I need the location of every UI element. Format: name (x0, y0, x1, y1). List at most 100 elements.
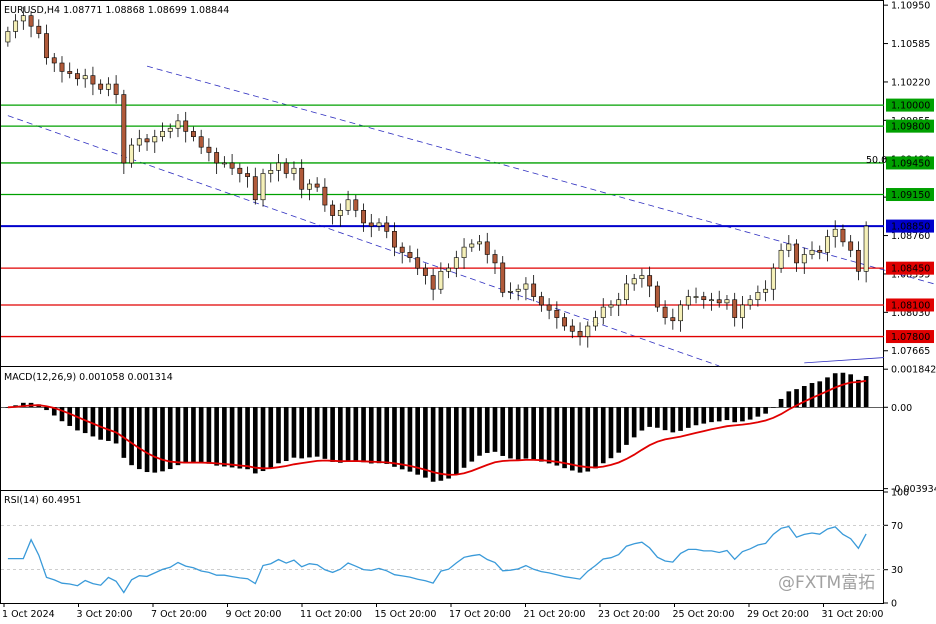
macd-histogram-bar (662, 407, 668, 431)
candle-bear (531, 283, 537, 297)
macd-histogram-bar (368, 407, 374, 464)
level-tag-label: 1.09800 (891, 122, 930, 133)
candle-bear (840, 228, 846, 243)
macd-histogram-bar (175, 407, 181, 466)
macd-histogram-bar (144, 407, 150, 473)
level-tag-label: 1.09450 (891, 158, 930, 169)
candle-bull (770, 267, 776, 290)
rsi-axis-label: 70 (891, 521, 903, 532)
candle-bear (554, 309, 560, 318)
candle-bull (5, 31, 11, 43)
price-axis-label: 1.07665 (891, 346, 930, 357)
level-tag-label: 1.10000 (891, 101, 930, 112)
candle-bull (709, 299, 714, 302)
macd-histogram-bar (631, 407, 637, 438)
candle-bull (863, 225, 869, 272)
candle-bear (817, 249, 823, 253)
candle-bull (337, 210, 343, 216)
macd-histogram-bar (361, 407, 366, 463)
candle-bear (75, 73, 80, 80)
candle-bull (585, 325, 591, 337)
time-axis-label: 15 Oct 20:00 (375, 609, 437, 620)
macd-histogram-bar (98, 407, 103, 440)
macd-histogram-bar (461, 407, 467, 468)
time-axis-label: 23 Oct 20:00 (598, 609, 660, 620)
candle-bear (654, 285, 660, 308)
time-axis-label: 31 Oct 20:00 (822, 609, 884, 620)
macd-histogram-bar (129, 407, 134, 466)
candle-bear (794, 243, 799, 264)
time-axis-label: 25 Oct 20:00 (673, 609, 735, 620)
macd-histogram-bar (160, 407, 165, 472)
macd-histogram-bar (407, 407, 413, 472)
macd-histogram-bar (75, 407, 80, 431)
macd-histogram-bar (778, 398, 784, 408)
price-axis-label: 1.10585 (891, 39, 930, 50)
macd-histogram-bar (647, 407, 652, 427)
macd-histogram-bar (222, 407, 227, 467)
macd-histogram-bar (415, 407, 420, 475)
macd-histogram-bar (616, 407, 622, 453)
candle-bear (569, 325, 575, 332)
candle-bull (778, 249, 784, 269)
macd-histogram-bar (848, 374, 853, 408)
candle-bear (90, 75, 96, 85)
macd-histogram-bar (237, 407, 243, 469)
chart-background (0, 0, 936, 624)
candle-bear (670, 317, 676, 322)
level-tag-label: 1.08450 (891, 264, 930, 275)
macd-histogram-bar (755, 407, 761, 417)
macd-histogram-bar (693, 407, 699, 426)
candle-bull (453, 257, 459, 269)
macd-histogram-bar (299, 407, 305, 459)
macd-histogram-bar (593, 407, 598, 469)
macd-histogram-bar (539, 407, 544, 462)
candle-bear (330, 204, 336, 216)
macd-histogram-bar (562, 407, 567, 469)
candle-bear (732, 299, 738, 318)
candle-bull (678, 304, 683, 322)
macd-histogram-bar (67, 407, 73, 426)
time-axis-label: 7 Oct 20:00 (151, 609, 207, 620)
macd-histogram-bar (801, 386, 807, 408)
candle-bull (306, 183, 312, 190)
macd-histogram-bar (291, 407, 297, 458)
candle-bear (415, 257, 421, 269)
candle-bear (44, 33, 49, 59)
macd-histogram-bar (585, 407, 591, 472)
candle-bear (492, 254, 498, 264)
macd-histogram-bar (508, 407, 513, 459)
time-axis-label: 11 Oct 20:00 (300, 609, 362, 620)
macd-histogram-bar (655, 407, 660, 428)
macd-histogram-bar (840, 372, 846, 408)
macd-histogram-bar (167, 407, 173, 470)
candle-bear (252, 176, 258, 201)
macd-histogram-bar (345, 407, 351, 461)
candle-bull (152, 136, 158, 143)
macd-axis-label: 0.00 (891, 403, 912, 414)
candle-bear (430, 275, 436, 290)
macd-histogram-bar (423, 407, 428, 478)
macd-histogram-bar (492, 407, 498, 452)
macd-histogram-bar (747, 407, 753, 420)
macd-histogram-bar (106, 407, 111, 441)
macd-histogram-bar (809, 383, 815, 408)
candle-bull (276, 162, 281, 171)
candle-bull (801, 254, 807, 264)
candle-bear (500, 262, 506, 293)
candle-bear (647, 275, 653, 287)
macd-histogram-bar (709, 407, 714, 423)
time-axis-label: 21 Oct 20:00 (524, 609, 586, 620)
candle-bull (616, 299, 622, 306)
macd-histogram-bar (469, 407, 475, 462)
price-axis-label: 1.10220 (891, 77, 930, 88)
candle-bull (105, 83, 111, 90)
candle-bull (167, 127, 173, 132)
fib-50-label: 50.0 (866, 155, 887, 166)
candle-bear (245, 173, 250, 177)
candle-bull (515, 288, 521, 292)
rsi-axis-label: 0 (891, 599, 897, 610)
macd-histogram-bar (338, 407, 343, 463)
rsi-axis-label: 100 (891, 488, 909, 499)
candle-bear (577, 330, 583, 337)
